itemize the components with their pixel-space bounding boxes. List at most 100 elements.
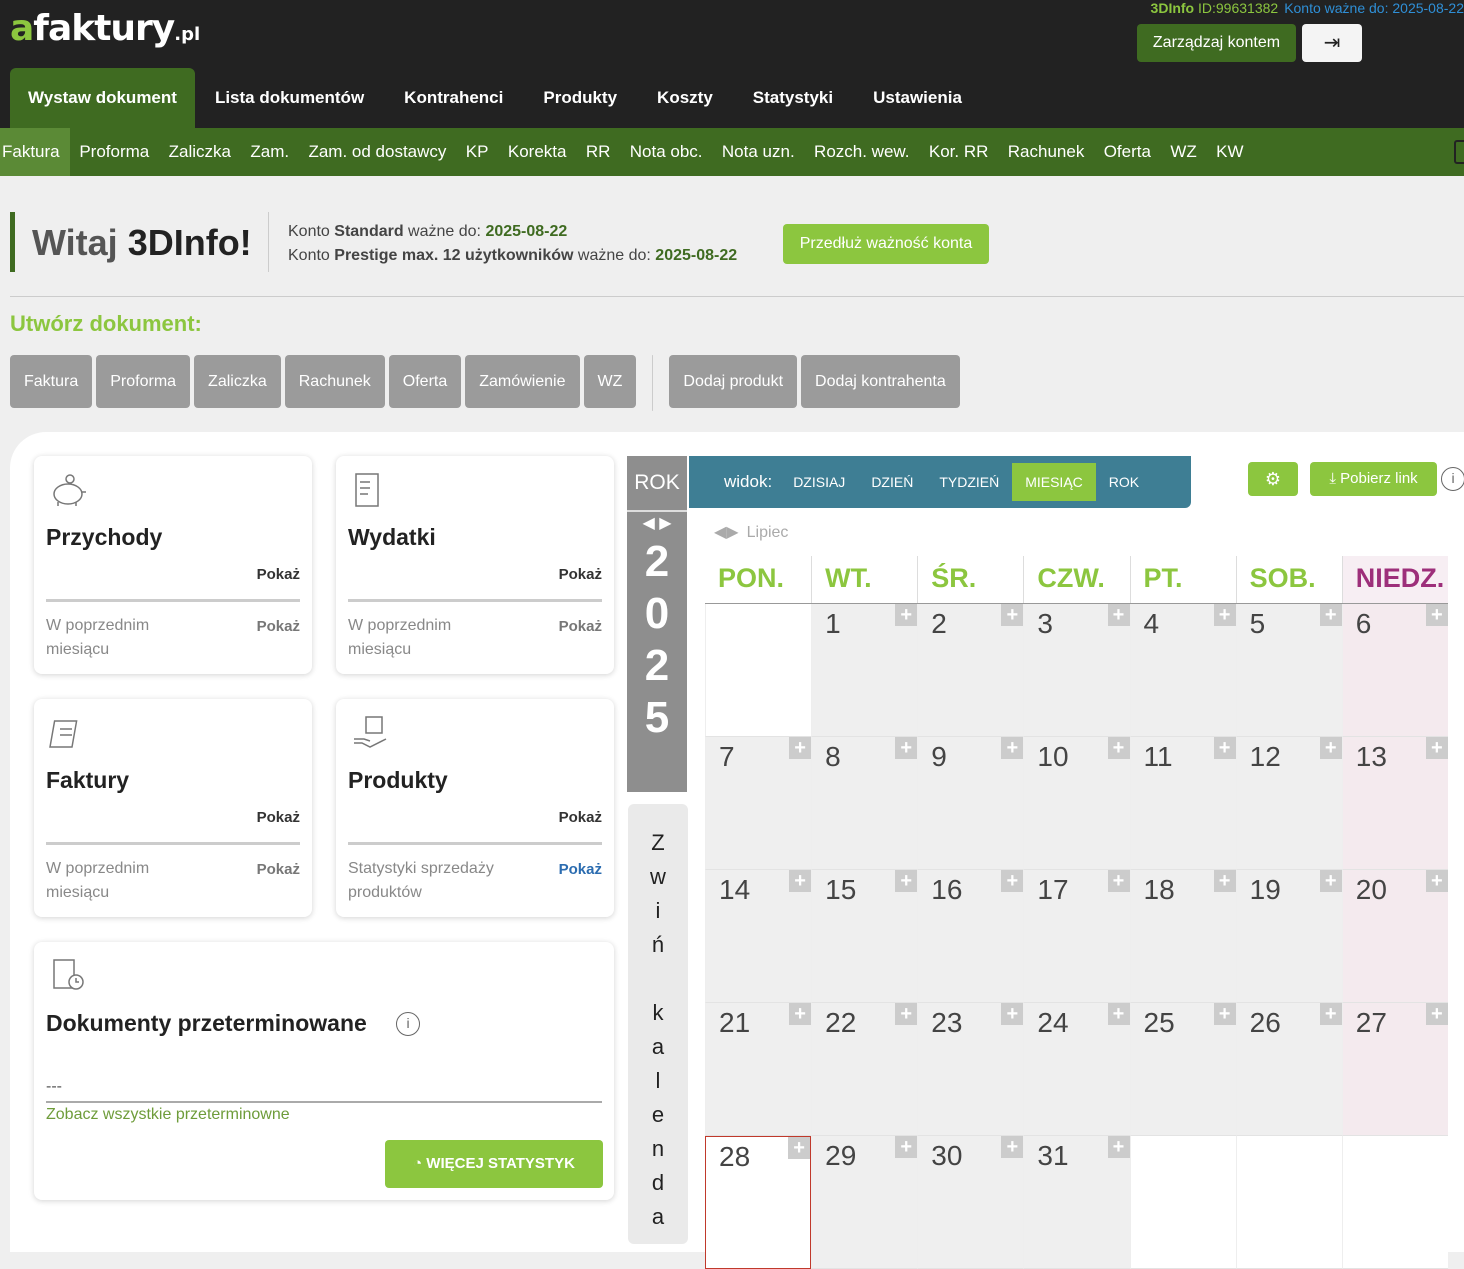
add-event-icon[interactable]: +: [1001, 1003, 1024, 1025]
add-event-icon[interactable]: +: [1001, 1136, 1024, 1158]
extend-account-button[interactable]: Przedłuż ważność konta: [783, 224, 989, 264]
subnav-rachunek[interactable]: Rachunek: [998, 128, 1094, 176]
add-event-icon[interactable]: +: [1107, 870, 1130, 892]
calendar-day-cell[interactable]: 20 +: [1341, 870, 1448, 1003]
info-icon[interactable]: i: [396, 1012, 420, 1036]
subnav-rozch-wew[interactable]: Rozch. wew.: [804, 128, 919, 176]
see-all-overdue-link[interactable]: Zobacz wszystkie przeterminowne: [46, 1106, 290, 1124]
add-event-icon[interactable]: +: [895, 737, 918, 759]
subnav-rr[interactable]: RR: [576, 128, 620, 176]
subnav-zaliczka[interactable]: Zaliczka: [159, 128, 241, 176]
add-event-icon[interactable]: +: [1107, 737, 1130, 759]
show-link[interactable]: Pokaż: [559, 566, 602, 583]
show-link[interactable]: Pokaż: [559, 809, 602, 826]
calendar-day-cell[interactable]: 15 +: [811, 870, 918, 1003]
add-event-icon[interactable]: +: [895, 1136, 918, 1158]
add-event-icon[interactable]: +: [895, 604, 918, 626]
add-event-icon[interactable]: +: [1107, 1136, 1130, 1158]
collapse-calendar-button[interactable]: Z w i ń k a l e n d a: [628, 804, 688, 1244]
add-event-icon[interactable]: +: [1107, 1003, 1130, 1025]
info-icon[interactable]: i: [1441, 467, 1464, 491]
subnav-nota-obc[interactable]: Nota obc.: [620, 128, 712, 176]
calendar-day-cell[interactable]: 11 +: [1129, 737, 1236, 870]
calendar-day-cell[interactable]: 3 +: [1023, 604, 1130, 737]
add-event-icon[interactable]: +: [1213, 604, 1236, 626]
download-link-button[interactable]: ⤓ Pobierz link: [1310, 462, 1437, 496]
add-event-icon[interactable]: +: [788, 1137, 811, 1159]
add-event-icon[interactable]: +: [895, 1003, 918, 1025]
show-link[interactable]: Pokaż: [257, 809, 300, 826]
calendar-day-cell[interactable]: 31 +: [1023, 1136, 1130, 1269]
more-stats-button[interactable]: ◔ WIĘCEJ STATYSTYK: [385, 1140, 603, 1188]
show-link[interactable]: Pokaż: [559, 618, 602, 635]
nav-statystyki[interactable]: Statystyki: [733, 68, 853, 128]
gear-icon[interactable]: ⚙: [1248, 462, 1298, 496]
add-event-icon[interactable]: +: [789, 1003, 812, 1025]
add-event-icon[interactable]: +: [1107, 604, 1130, 626]
subnav-menu-icon[interactable]: [1454, 140, 1464, 164]
add-event-icon[interactable]: +: [1425, 870, 1448, 892]
subnav-nota-uzn[interactable]: Nota uzn.: [712, 128, 804, 176]
calendar-day-cell[interactable]: 24 +: [1023, 1003, 1130, 1136]
subnav-faktura[interactable]: Faktura: [0, 128, 70, 176]
create-faktura-button[interactable]: Faktura: [10, 355, 93, 408]
add-event-icon[interactable]: +: [1001, 870, 1024, 892]
create-zamowienie-button[interactable]: Zamówienie: [465, 355, 580, 408]
logout-icon[interactable]: ⇥: [1302, 24, 1362, 62]
add-event-icon[interactable]: +: [1425, 737, 1448, 759]
add-event-icon[interactable]: +: [895, 870, 918, 892]
add-event-icon[interactable]: +: [1213, 1003, 1236, 1025]
add-event-icon[interactable]: +: [1319, 604, 1342, 626]
calendar-day-cell[interactable]: 1 +: [811, 604, 918, 737]
show-link[interactable]: Pokaż: [257, 618, 300, 635]
subnav-kor-rr[interactable]: Kor. RR: [919, 128, 998, 176]
calendar-day-cell[interactable]: 2 +: [917, 604, 1024, 737]
show-link[interactable]: Pokaż: [257, 566, 300, 583]
add-event-icon[interactable]: +: [1319, 870, 1342, 892]
create-zaliczka-button[interactable]: Zaliczka: [194, 355, 281, 408]
show-link[interactable]: Pokaż: [257, 861, 300, 878]
calendar-day-cell[interactable]: 18 +: [1129, 870, 1236, 1003]
add-event-icon[interactable]: +: [1425, 1003, 1448, 1025]
calendar-day-cell[interactable]: 8 +: [811, 737, 918, 870]
calendar-day-cell[interactable]: 27 +: [1341, 1003, 1448, 1136]
view-year[interactable]: ROK: [1096, 463, 1152, 501]
create-proforma-button[interactable]: Proforma: [96, 355, 191, 408]
calendar-day-cell[interactable]: 10 +: [1023, 737, 1130, 870]
subnav-zam[interactable]: Zam.: [241, 128, 299, 176]
logo[interactable]: afaktury.pl: [10, 8, 200, 49]
nav-wystaw-dokument[interactable]: Wystaw dokument: [10, 68, 195, 128]
create-rachunek-button[interactable]: Rachunek: [284, 355, 385, 408]
add-event-icon[interactable]: +: [789, 870, 812, 892]
calendar-day-cell[interactable]: 4 +: [1129, 604, 1236, 737]
subnav-kp[interactable]: KP: [456, 128, 498, 176]
add-product-button[interactable]: Dodaj produkt: [669, 355, 798, 408]
nav-lista-dokumentow[interactable]: Lista dokumentów: [195, 68, 384, 128]
add-contractor-button[interactable]: Dodaj kontrahenta: [801, 355, 960, 408]
view-month[interactable]: MIESIĄC: [1012, 463, 1096, 501]
view-week[interactable]: TYDZIEŃ: [926, 463, 1012, 501]
subnav-kw[interactable]: KW: [1206, 128, 1253, 176]
calendar-day-cell[interactable]: 13 +: [1341, 737, 1448, 870]
calendar-day-cell[interactable]: 9 +: [917, 737, 1024, 870]
nav-koszty[interactable]: Koszty: [637, 68, 733, 128]
calendar-day-cell[interactable]: 7 +: [705, 737, 812, 870]
add-event-icon[interactable]: +: [1319, 1003, 1342, 1025]
calendar-day-cell[interactable]: 29 +: [811, 1136, 918, 1269]
manage-account-button[interactable]: Zarządzaj kontem: [1137, 24, 1296, 62]
calendar-day-cell[interactable]: 26 +: [1235, 1003, 1342, 1136]
calendar-day-cell[interactable]: 16 +: [917, 870, 1024, 1003]
nav-kontrahenci[interactable]: Kontrahenci: [384, 68, 523, 128]
calendar-day-cell[interactable]: 19 +: [1235, 870, 1342, 1003]
view-day[interactable]: DZIEŃ: [858, 463, 926, 501]
add-event-icon[interactable]: +: [1001, 604, 1024, 626]
year-nav-arrows-icon[interactable]: ◀ ▶: [627, 510, 687, 536]
create-oferta-button[interactable]: Oferta: [388, 355, 462, 408]
subnav-korekta[interactable]: Korekta: [498, 128, 576, 176]
subnav-wz[interactable]: WZ: [1161, 128, 1207, 176]
create-wz-button[interactable]: WZ: [583, 355, 637, 408]
add-event-icon[interactable]: +: [789, 737, 812, 759]
calendar-day-cell[interactable]: 22 +: [811, 1003, 918, 1136]
view-today[interactable]: DZISIAJ: [780, 463, 858, 501]
subnav-oferta[interactable]: Oferta: [1094, 128, 1161, 176]
